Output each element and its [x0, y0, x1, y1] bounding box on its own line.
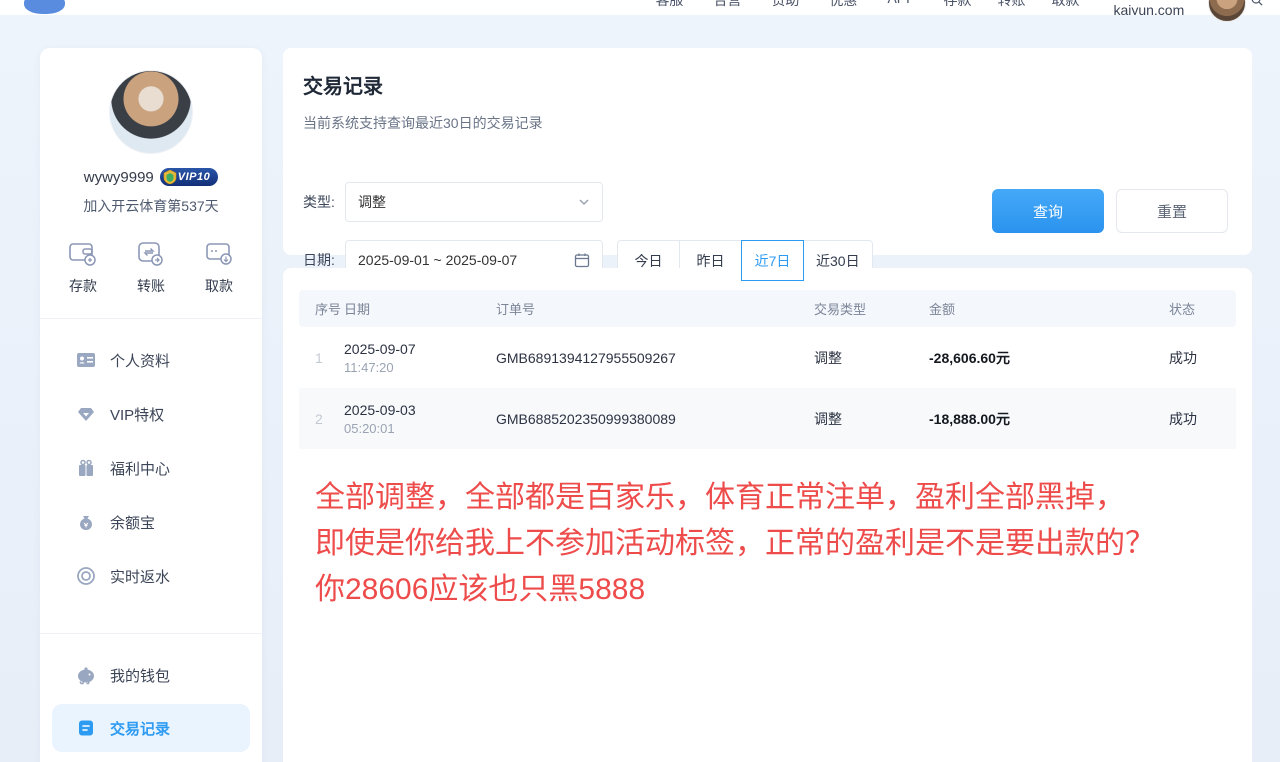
table-header: 序号 日期 订单号 交易类型 金额 状态	[299, 290, 1236, 327]
red-annotation-text: 全部调整，全部都是百家乐，体育正常注单，盈利全部黑掉， 即使是你给我上不参加活动…	[299, 449, 1236, 613]
sidebar-menu-bottom: 我的钱包 交易记录 投注记录	[40, 640, 262, 762]
col-amount: 金额	[929, 299, 1169, 318]
quick-action-withdraw[interactable]: 取款	[204, 240, 234, 296]
sidebar-item-label: 我的钱包	[110, 665, 170, 686]
cell-date: 2025-09-07 11:47:20	[344, 341, 496, 375]
col-type: 交易类型	[814, 299, 929, 318]
col-order-no: 订单号	[496, 299, 814, 318]
cell-date: 2025-09-03 05:20:01	[344, 402, 496, 436]
nav-transfer[interactable]: 转账	[997, 0, 1025, 10]
sidebar-item-vip[interactable]: VIP特权	[40, 387, 262, 441]
sidebar-item-wallet[interactable]: 我的钱包	[40, 648, 262, 702]
id-card-icon	[76, 350, 96, 370]
transactions-card: 序号 日期 订单号 交易类型 金额 状态 1 2025-09-07 11:47:…	[283, 268, 1252, 762]
sidebar-item-yuebao[interactable]: 余额宝	[40, 495, 262, 549]
sidebar-item-label: VIP特权	[110, 404, 164, 425]
col-index: 序号	[299, 299, 344, 318]
sidebar-menu-top: 个人资料 VIP特权 福利中心 余额宝	[40, 325, 262, 611]
sidebar-item-label: 实时返水	[110, 566, 170, 587]
annotation-line-3: 你28606应该也只黑5888	[315, 567, 1236, 613]
cell-status: 成功	[1169, 348, 1236, 368]
type-label: 类型:	[303, 192, 345, 212]
nav-partnership[interactable]: 合营	[713, 0, 741, 10]
sidebar-item-label: 个人资料	[110, 350, 170, 371]
site-logo	[24, 0, 65, 14]
cell-amount: -18,888.00元	[929, 409, 1169, 429]
cell-status: 成功	[1169, 409, 1236, 429]
page-title: 交易记录	[283, 48, 1252, 99]
sidebar-item-transactions[interactable]: 交易记录	[52, 704, 250, 752]
page-subtitle: 当前系统支持查询最近30日的交易记录	[283, 99, 1252, 133]
top-wallet-nav: 存款 转账 取款	[943, 0, 1079, 10]
search-icon[interactable]	[1250, 0, 1264, 7]
money-bag-icon	[76, 512, 96, 532]
cell-type: 调整	[814, 409, 929, 429]
join-days-text: 加入开云体育第537天	[40, 196, 262, 216]
quick-actions: 存款 转账 取款	[40, 216, 262, 296]
quick-action-deposit[interactable]: 存款	[68, 240, 98, 296]
chevron-down-icon	[578, 196, 590, 208]
nav-sponsor[interactable]: 赞助	[771, 0, 799, 10]
withdraw-card-icon	[204, 240, 234, 268]
rebate-ring-icon	[76, 566, 96, 586]
cell-order-no: GMB6891394127955509267	[496, 350, 814, 366]
sidebar-item-bet-records[interactable]: 投注记录	[40, 754, 262, 762]
annotation-line-2: 即使是你给我上不参加活动标签，正常的盈利是不是要出款的？	[315, 521, 1236, 567]
sidebar-item-rebate[interactable]: 实时返水	[40, 549, 262, 603]
nav-withdraw[interactable]: 取款	[1051, 0, 1079, 10]
gift-icon	[76, 458, 96, 478]
col-date: 日期	[344, 299, 496, 318]
user-avatar-top[interactable]	[1208, 0, 1246, 22]
deposit-card-icon	[68, 240, 98, 268]
sidebar-item-welfare[interactable]: 福利中心	[40, 441, 262, 495]
username: wywy9999	[84, 169, 154, 186]
type-select[interactable]: 调整	[345, 182, 603, 222]
table-row[interactable]: 2 2025-09-03 05:20:01 GMB688520235099938…	[299, 388, 1236, 449]
cell-index: 1	[299, 350, 344, 366]
cell-order-no: GMB6885202350999380089	[496, 411, 814, 427]
sidebar-item-label: 福利中心	[110, 458, 170, 479]
quick-action-transfer[interactable]: 转账	[136, 240, 166, 296]
cell-amount: -28,606.60元	[929, 348, 1169, 368]
vip-gem-icon	[76, 404, 96, 424]
reset-button[interactable]: 重置	[1116, 189, 1228, 233]
cell-type: 调整	[814, 348, 929, 368]
profile-section: wywy9999 VIP10 加入开云体育第537天	[40, 48, 262, 216]
filter-card: 交易记录 当前系统支持查询最近30日的交易记录 类型: 调整 日期: 2025-…	[283, 48, 1252, 255]
transaction-doc-icon	[76, 718, 96, 738]
sidebar-item-label: 余额宝	[110, 512, 155, 533]
nav-app[interactable]: APP	[887, 0, 915, 10]
sidebar-item-label: 交易记录	[110, 718, 170, 739]
top-nav: 客服 合营 赞助 优惠 APP	[655, 0, 915, 10]
query-button[interactable]: 查询	[992, 189, 1104, 233]
annotation-line-1: 全部调整，全部都是百家乐，体育正常注单，盈利全部黑掉，	[315, 475, 1236, 521]
sidebar-divider-1	[40, 318, 262, 319]
calendar-icon	[574, 252, 590, 268]
top-bar: 客服 合营 赞助 优惠 APP 存款 转账 取款 永久网址: kaiyun.co…	[0, 0, 1280, 15]
col-status: 状态	[1169, 299, 1236, 318]
vip-badge: VIP10	[160, 168, 218, 186]
table-row[interactable]: 1 2025-09-07 11:47:20 GMB689139412795550…	[299, 327, 1236, 388]
date-label: 日期:	[303, 250, 345, 270]
sidebar-item-profile[interactable]: 个人资料	[40, 333, 262, 387]
range-last7days-button[interactable]: 近7日	[741, 240, 804, 281]
piggy-bank-icon	[76, 665, 96, 685]
transfer-card-icon	[136, 240, 166, 268]
sidebar-divider-2	[40, 633, 262, 634]
profile-avatar[interactable]	[109, 70, 193, 154]
date-range-value: 2025-09-01 ~ 2025-09-07	[358, 252, 568, 268]
type-select-value: 调整	[358, 192, 386, 212]
cell-index: 2	[299, 411, 344, 427]
nav-customer-service[interactable]: 客服	[655, 0, 683, 10]
nav-deposit[interactable]: 存款	[943, 0, 971, 10]
nav-promotions[interactable]: 优惠	[829, 0, 857, 10]
sidebar: wywy9999 VIP10 加入开云体育第537天 存款	[40, 48, 262, 762]
table-body: 1 2025-09-07 11:47:20 GMB689139412795550…	[299, 327, 1236, 449]
vip-shield-icon	[162, 169, 178, 185]
